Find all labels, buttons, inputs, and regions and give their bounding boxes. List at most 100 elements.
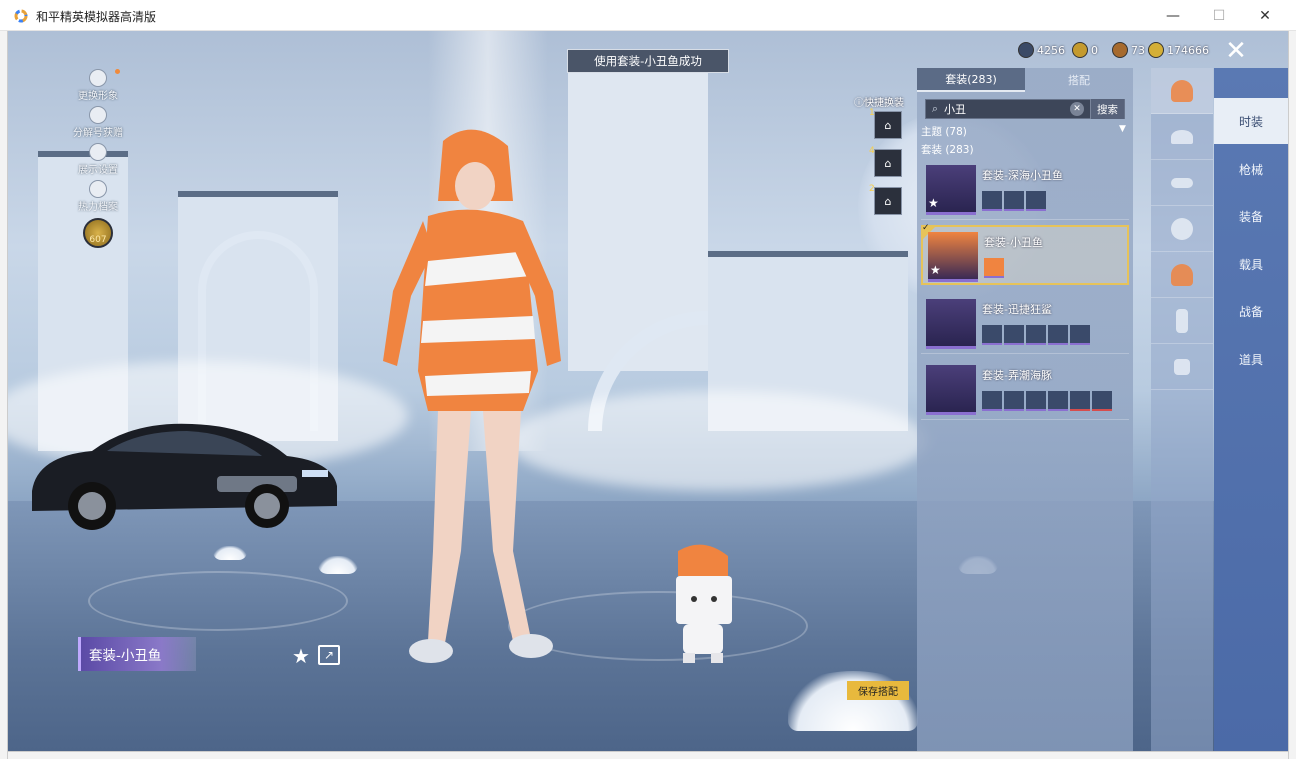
slot-number: 2 xyxy=(869,184,875,194)
suit-part[interactable] xyxy=(984,258,1004,278)
player-character xyxy=(383,129,561,663)
tab-combos[interactable]: 搭配 xyxy=(1025,68,1133,92)
currency-value: 0 xyxy=(1091,43,1098,57)
suit-part[interactable] xyxy=(1092,391,1112,411)
clear-icon[interactable]: ✕ xyxy=(1070,102,1084,116)
nav-battle-prep[interactable]: 战备 xyxy=(1214,288,1288,334)
suit-part[interactable] xyxy=(1026,325,1046,345)
change-appearance-button[interactable]: 更换形象 xyxy=(68,69,128,105)
nav-items[interactable]: 道具 xyxy=(1214,336,1288,382)
category-hat[interactable] xyxy=(1151,114,1213,160)
lotus-flower xyxy=(318,556,358,574)
suit-part[interactable] xyxy=(1026,391,1046,411)
level-badge[interactable]: 607 xyxy=(83,218,113,248)
category-shoes[interactable] xyxy=(1151,344,1213,390)
window-bottom-edge xyxy=(8,751,1288,759)
suit-part[interactable] xyxy=(1004,325,1024,345)
window-left-edge xyxy=(0,31,8,759)
close-icon[interactable]: ✕ xyxy=(1216,35,1256,67)
ripple xyxy=(88,571,348,631)
search-icon: ⌕ xyxy=(931,102,939,115)
left-menu-label: 热力档案 xyxy=(78,202,118,213)
suit-part[interactable] xyxy=(1004,391,1024,411)
suit-thumbnail: ★ xyxy=(926,165,976,215)
suit-item-selected[interactable]: ✓ ★ 套装-小丑鱼 xyxy=(921,223,1129,285)
quick-swap-slot-1[interactable]: 1 ⌂ xyxy=(869,108,902,139)
save-outfit-button[interactable]: 保存搭配 xyxy=(847,681,909,700)
success-toast: 使用套装-小丑鱼成功 xyxy=(567,49,729,73)
suit-part[interactable] xyxy=(1048,325,1068,345)
dropdown-arrow-icon[interactable]: ▼ xyxy=(1119,124,1126,134)
category-outfit[interactable] xyxy=(1151,68,1213,114)
suit-part[interactable] xyxy=(1026,191,1046,211)
window-close-button[interactable]: ✕ xyxy=(1242,0,1288,31)
minimize-button[interactable]: — xyxy=(1150,0,1196,31)
category-mask[interactable] xyxy=(1151,206,1213,252)
nav-vehicles[interactable]: 载具 xyxy=(1214,241,1288,287)
left-menu-label: 展示设置 xyxy=(78,165,118,176)
pants-icon xyxy=(1176,308,1188,333)
suit-part[interactable] xyxy=(1048,391,1068,411)
flame-icon xyxy=(89,180,107,198)
currency-value: 174666 xyxy=(1167,43,1209,57)
maximize-button[interactable]: ☐ xyxy=(1196,0,1242,31)
gold-coin-icon xyxy=(1148,42,1164,58)
suit-thumbnail xyxy=(926,365,976,415)
suit-thumbnail xyxy=(926,299,976,349)
decompose-button[interactable]: 分解号获赠 xyxy=(68,106,128,142)
game-viewport: 使用套装-小丑鱼成功 更换形象 分解号获赠 展示设置 热力档案 607 4256… xyxy=(8,31,1288,751)
suit-item[interactable]: 套装-弄潮海豚 xyxy=(921,360,1129,420)
heat-archive-button[interactable]: 热力档案 xyxy=(68,180,128,216)
suit-part[interactable] xyxy=(982,191,1002,211)
decompose-icon xyxy=(89,106,107,124)
suit-part[interactable] xyxy=(1004,191,1024,211)
lotus-flower xyxy=(788,671,918,731)
theme-filter[interactable]: 主题 (78) xyxy=(921,124,967,139)
suit-part[interactable] xyxy=(982,391,1002,411)
right-nav: 时装 枪械 装备 载具 战备 道具 xyxy=(1214,68,1288,751)
left-menu-label: 更换形象 xyxy=(78,91,118,102)
app-logo-icon xyxy=(14,9,28,23)
favorite-star-icon[interactable]: ★ xyxy=(292,644,310,668)
suit-parts xyxy=(984,258,1004,278)
tab-suits[interactable]: 套装(283) xyxy=(917,68,1025,92)
car-vehicle xyxy=(32,423,337,530)
mask-icon xyxy=(1171,217,1193,240)
notification-dot xyxy=(115,69,120,74)
avatar-icon xyxy=(89,69,107,87)
suit-panel: 套装(283) 搭配 ⌕ 小丑 ✕ 搜索 主题 (78) ▼ 套装 (283) … xyxy=(917,68,1133,751)
glasses-icon xyxy=(1171,177,1193,188)
quick-swap-slot-2[interactable]: 2 ⌂ xyxy=(869,184,902,215)
quick-swap-label[interactable]: ⓘ快捷换装 xyxy=(854,94,904,109)
nav-equipment[interactable]: 装备 xyxy=(1214,193,1288,239)
pet-companion xyxy=(676,544,732,663)
search-input[interactable]: 小丑 xyxy=(944,101,1070,117)
gold-emblem-icon xyxy=(1072,42,1088,58)
category-glasses[interactable] xyxy=(1151,160,1213,206)
nav-fashion[interactable]: 时装 xyxy=(1214,98,1288,144)
currency-bronze: 73 xyxy=(1112,41,1145,59)
search-button[interactable]: 搜索 xyxy=(1090,99,1124,119)
suit-part[interactable] xyxy=(1070,325,1090,345)
nav-firearms[interactable]: 枪械 xyxy=(1214,146,1288,192)
share-icon[interactable]: ↗ xyxy=(318,645,340,665)
category-top[interactable] xyxy=(1151,252,1213,298)
suit-part[interactable] xyxy=(982,325,1002,345)
suit-item[interactable]: ★ 套装-深海小丑鱼 xyxy=(921,160,1129,220)
category-pants[interactable] xyxy=(1151,298,1213,344)
suit-item[interactable]: 套装-迅捷狂鲨 xyxy=(921,294,1129,354)
currency-gold: 174666 xyxy=(1148,41,1209,59)
quick-swap-slot-4[interactable]: 4 ⌂ xyxy=(869,146,902,177)
hanger-icon: ⌂ xyxy=(884,156,892,170)
bronze-coin-icon xyxy=(1112,42,1128,58)
suit-part[interactable] xyxy=(1070,391,1090,411)
suit-name: 套装-弄潮海豚 xyxy=(982,369,1052,382)
lotus-flower xyxy=(213,546,247,560)
currency-emblem: 0 xyxy=(1072,41,1098,59)
display-settings-button[interactable]: 展示设置 xyxy=(68,143,128,179)
currency-value: 73 xyxy=(1131,43,1145,57)
suit-parts xyxy=(982,191,1046,211)
slot-number: 1 xyxy=(869,108,875,118)
suit-name: 套装-深海小丑鱼 xyxy=(982,169,1063,182)
star-icon: ★ xyxy=(928,196,939,210)
